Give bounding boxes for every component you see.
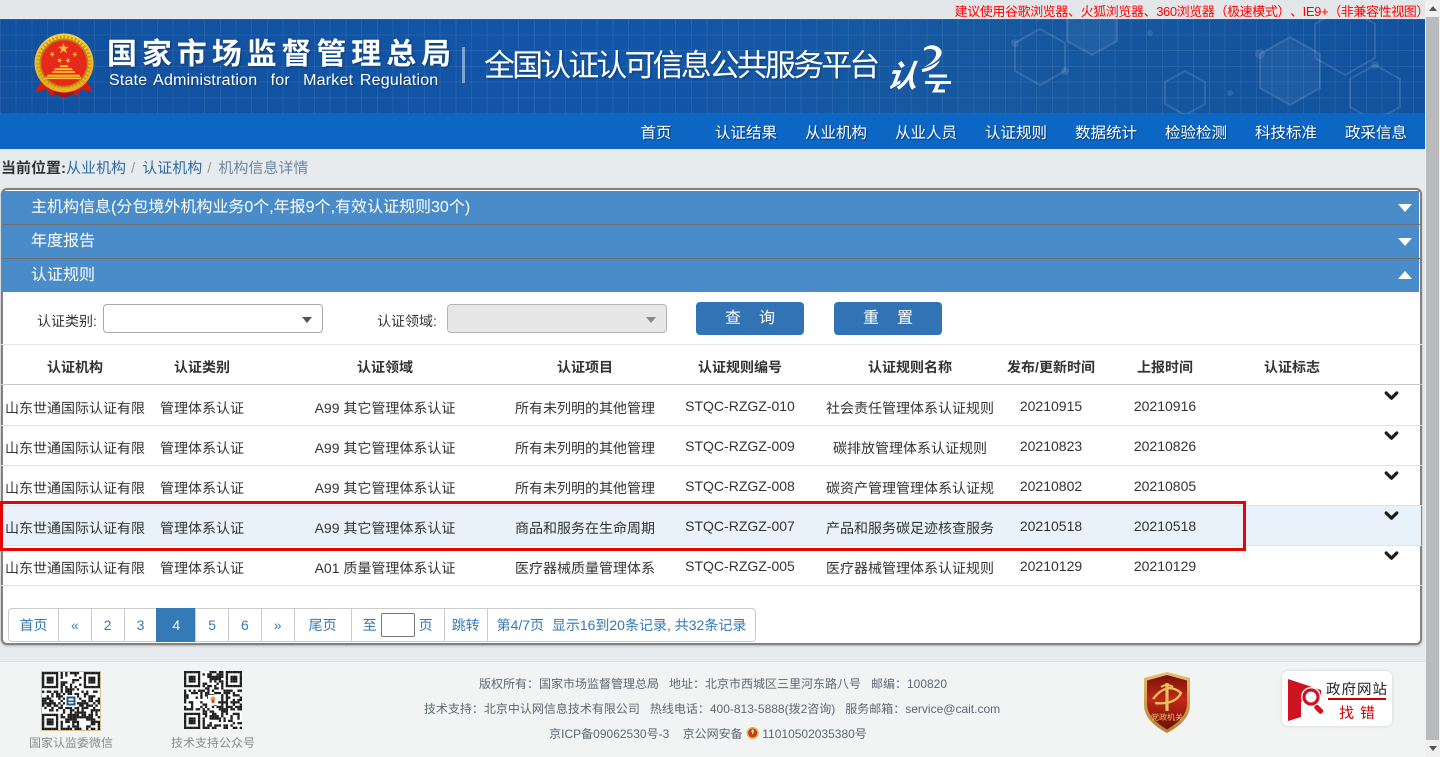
svg-text:认: 认 <box>890 51 921 93</box>
svg-text:党政机关: 党政机关 <box>1151 712 1183 723</box>
